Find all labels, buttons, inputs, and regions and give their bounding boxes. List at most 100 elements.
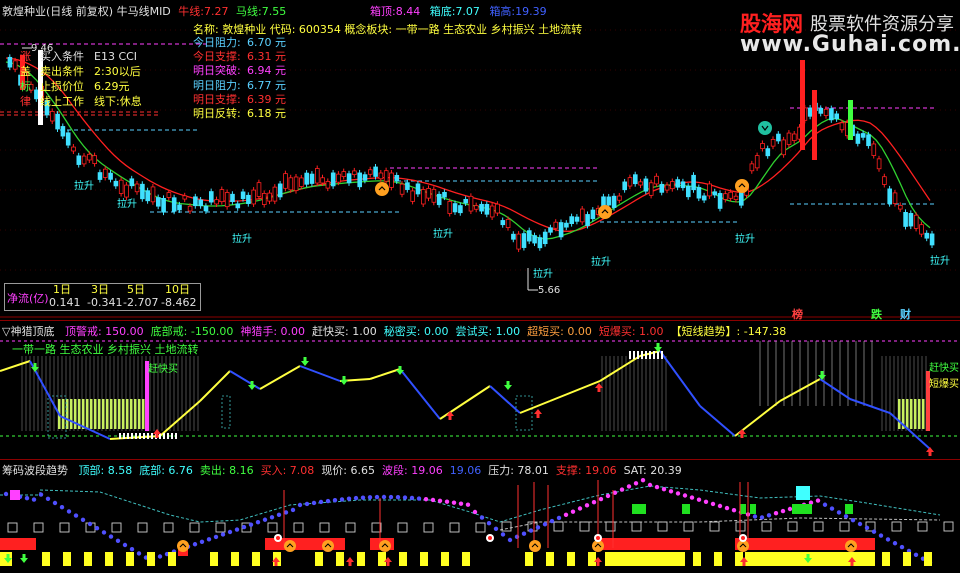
candle-body	[696, 187, 702, 199]
trend-dot	[493, 526, 499, 531]
indicator-value: 尝试买: 1.00	[455, 325, 521, 338]
trend-dot	[269, 515, 275, 520]
signal-square	[33, 522, 44, 533]
candle-body	[224, 192, 230, 208]
condition-side-char: 涨	[20, 50, 31, 63]
buy-signal-icon	[529, 540, 541, 552]
trend-dot	[528, 528, 534, 533]
candle-body	[161, 197, 166, 213]
box-top-label: 箱顶:	[370, 5, 396, 18]
buy-signal-icon	[598, 205, 612, 219]
trend-wave-segment	[699, 405, 736, 437]
trend-dot	[864, 525, 870, 531]
candle-body	[309, 173, 315, 184]
candle-body	[569, 216, 574, 225]
price-level-value: 6.94 元	[247, 64, 286, 78]
trend-dot	[780, 508, 786, 514]
candle-body	[383, 170, 389, 182]
trend-dot	[850, 517, 856, 523]
candle-body	[346, 173, 352, 184]
trend-wave-segment	[229, 370, 261, 390]
trend-dot	[297, 502, 303, 508]
trend-dot	[444, 499, 450, 504]
candle-body	[643, 178, 649, 192]
candle-spike	[800, 60, 805, 150]
box-bottom-value: 7.07	[455, 5, 480, 18]
signal-square	[605, 521, 616, 532]
trend-dot	[395, 495, 401, 500]
trend-dot	[829, 506, 835, 511]
candle-body	[765, 148, 771, 157]
trend-dot	[549, 518, 555, 524]
support-line	[499, 517, 941, 531]
chouma-header: 筹码波段趋势 顶部: 8.58 底部: 6.76 卖出: 8.16 买入: 7.08 现…	[2, 462, 682, 478]
site-logo: 股海网 股票软件资源分享 www.Guhai.com.cn	[740, 8, 960, 57]
volume-bar-yellow	[399, 552, 407, 566]
indicator-panel-chouma[interactable]: 筹码波段趋势 顶部: 8.58 底部: 6.76 卖出: 8.16 买入: 7.08 现…	[0, 459, 960, 573]
volume-bar-yellow	[231, 552, 239, 566]
zone-bar	[898, 399, 901, 429]
trend-dot	[647, 482, 653, 488]
signal-square	[397, 522, 408, 533]
trend-dot	[724, 505, 730, 511]
candle-body	[648, 182, 654, 196]
trend-dot	[192, 542, 198, 547]
net-flow-period: 1日	[53, 283, 71, 296]
zone-bar	[142, 399, 145, 429]
zone-bar	[122, 399, 125, 429]
indicator-panel-shenlie[interactable]: ▽神猎顶底 顶警戒: 150.00 底部戒: -150.00 神猎手: 0.00 赶快…	[0, 320, 960, 459]
trend-dot	[24, 496, 30, 501]
candle-body	[171, 197, 177, 212]
candle-body	[866, 134, 871, 147]
candle-body	[505, 218, 511, 228]
net-flow-box: 净流(亿) 1日 3日 5日 10日 0.141 -0.341 -2.707 -8.462	[4, 283, 201, 311]
trend-dot	[843, 514, 849, 519]
zone-bar	[110, 399, 113, 429]
candle-body	[87, 153, 92, 161]
indicator-value: 买入: 7.08	[260, 464, 315, 477]
price-level-value: 6.18 元	[247, 107, 286, 120]
ma-label: 马线:	[236, 5, 262, 18]
volume-bar-yellow	[42, 552, 50, 566]
volume-bar-yellow	[168, 552, 176, 566]
trend-dot	[318, 499, 324, 505]
zone-bar	[62, 399, 65, 429]
candle-body	[357, 172, 362, 188]
sell-block	[740, 504, 746, 514]
trend-dot	[661, 487, 667, 492]
volume-bar-yellow	[84, 552, 92, 566]
candle-body	[155, 197, 161, 207]
zone-bar	[922, 399, 925, 429]
candle-body	[108, 172, 113, 180]
candle-body	[134, 183, 140, 193]
candle-body	[447, 201, 453, 214]
candle-body	[299, 177, 304, 187]
candle-body	[590, 209, 596, 220]
price-level-value: 6.77 元	[247, 78, 286, 92]
candle-body	[129, 178, 135, 187]
candle-body	[516, 233, 521, 250]
candle-body	[113, 180, 119, 187]
volume-bar-yellow	[588, 552, 596, 566]
candle-body	[362, 174, 368, 181]
candle-body	[484, 203, 490, 215]
candle-body	[468, 195, 474, 212]
sell-block	[750, 504, 756, 514]
trend-dot	[311, 500, 317, 506]
trend-dot	[913, 552, 919, 557]
trend-dot	[675, 491, 681, 496]
indicator-value: 【短线趋势】: -147.38	[670, 325, 787, 338]
candle-body	[187, 205, 193, 212]
candle-body	[617, 195, 622, 201]
trend-dot	[752, 514, 758, 519]
candle-body	[882, 176, 887, 185]
candle-body	[887, 188, 892, 205]
price-panel[interactable]: 敦煌种业(日线 前复权) 牛马线MID 牛线:7.27 马线:7.55 箱顶:8…	[0, 0, 960, 321]
signal-square	[319, 522, 330, 533]
buy-arrow-icon	[346, 557, 354, 566]
shenlie-concept: 一带一路 生态农业 乡村振兴 土地流转	[12, 343, 199, 356]
volume-bar-yellow	[420, 552, 428, 566]
volume-bar-yellow	[525, 552, 533, 566]
candle-body	[261, 193, 267, 205]
buy-signal-icon	[735, 179, 749, 193]
